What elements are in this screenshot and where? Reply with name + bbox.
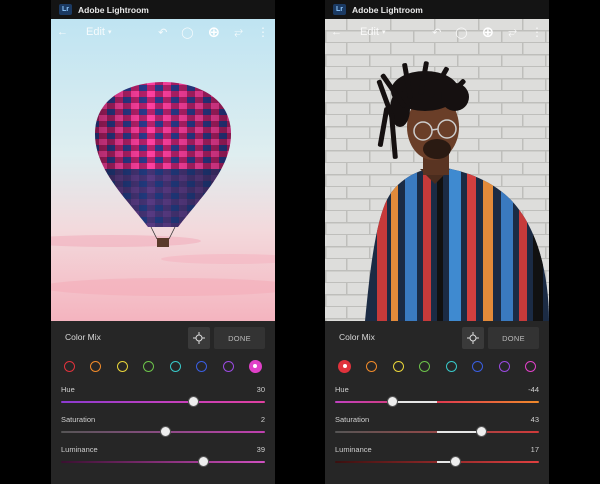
panel-title: Color Mix — [339, 332, 375, 342]
undo-icon[interactable]: ↶ — [158, 26, 167, 39]
more-menu-icon[interactable]: ⋮ — [531, 25, 543, 39]
slider-thumb[interactable] — [159, 426, 171, 437]
swatch-green[interactable] — [143, 360, 155, 372]
color-mix-panel: Color Mix DONE Hue -44 Saturation 43 Lum… — [325, 321, 549, 484]
slider-value: 43 — [530, 415, 539, 424]
luminance-slider: Luminance 17 — [335, 445, 539, 475]
presets-icon[interactable]: ◯ — [455, 26, 467, 39]
swatch-magenta[interactable] — [248, 359, 262, 373]
done-button[interactable]: DONE — [488, 327, 539, 349]
slider-label: Luminance — [335, 445, 372, 454]
done-button[interactable]: DONE — [214, 327, 265, 349]
swatch-orange[interactable] — [90, 360, 102, 372]
more-menu-icon[interactable]: ⋮ — [257, 25, 269, 39]
slider-value: 30 — [256, 385, 265, 394]
top-toolbar: ← Edit ▾ ↶ ◯ ⊕ ⥂ ⋮ — [51, 19, 275, 45]
targeted-adjustment-button[interactable] — [188, 327, 210, 349]
hue-slider: Hue 30 — [61, 385, 265, 415]
swatch-red[interactable] — [64, 360, 75, 372]
slider-fill — [392, 401, 437, 403]
undo-icon[interactable]: ↶ — [432, 26, 441, 39]
app-title-bar: Lr Adobe Lightroom — [325, 0, 549, 19]
top-toolbar: ← Edit ▾ ↶ ◯ ⊕ ⥂ ⋮ — [325, 19, 549, 45]
photo-man-with-glasses — [325, 19, 549, 321]
slider-label: Luminance — [61, 445, 98, 454]
add-icon[interactable]: ⊕ — [208, 23, 221, 41]
slider-label: Hue — [61, 385, 75, 394]
swatch-yellow[interactable] — [392, 360, 404, 372]
swatch-purple[interactable] — [498, 360, 510, 372]
swatch-purple[interactable] — [222, 360, 234, 372]
saturation-slider: Saturation 2 — [61, 415, 265, 445]
lightroom-logo: Lr — [59, 4, 72, 15]
app-title: Adobe Lightroom — [78, 4, 149, 15]
panel-title: Color Mix — [65, 332, 101, 342]
presets-icon[interactable]: ◯ — [181, 26, 193, 39]
swatch-red[interactable] — [338, 359, 351, 373]
color-swatch-row — [64, 358, 262, 374]
share-icon[interactable]: ⥂ — [508, 26, 517, 39]
edit-menu-button[interactable]: Edit ▾ — [360, 26, 385, 38]
slider-label: Saturation — [61, 415, 96, 424]
swatch-orange[interactable] — [366, 360, 378, 372]
chevron-down-icon: ▾ — [381, 29, 386, 36]
target-icon — [467, 332, 479, 344]
phone-screen-right: Lr Adobe Lightroom ← Edit ▾ ↶ ◯ ⊕ ⥂ ⋮ Co… — [325, 0, 549, 484]
targeted-adjustment-button[interactable] — [462, 327, 484, 349]
swatch-yellow[interactable] — [116, 360, 128, 372]
swatch-green[interactable] — [419, 360, 431, 372]
swatch-magenta[interactable] — [524, 360, 536, 372]
slider-value: 17 — [530, 445, 539, 454]
saturation-slider: Saturation 43 — [335, 415, 539, 445]
share-icon[interactable]: ⥂ — [234, 26, 243, 39]
slider-thumb[interactable] — [449, 456, 461, 467]
photo-hot-air-balloon — [51, 19, 275, 321]
hue-track[interactable] — [61, 401, 265, 403]
balloon-image — [51, 19, 275, 321]
swatch-aqua[interactable] — [169, 360, 181, 372]
swatch-blue[interactable] — [196, 360, 208, 372]
phone-screen-left: Lr Adobe Lightroom ← Edit ▾ ↶ ◯ ⊕ ⥂ ⋮ Co… — [51, 0, 275, 484]
add-icon[interactable]: ⊕ — [482, 23, 495, 41]
back-arrow-icon[interactable]: ← — [331, 26, 342, 38]
slider-thumb[interactable] — [386, 396, 398, 407]
slider-thumb[interactable] — [198, 456, 210, 467]
slider-label: Hue — [335, 385, 349, 394]
lightroom-logo: Lr — [333, 4, 346, 15]
slider-value: 2 — [260, 415, 265, 424]
hue-slider: Hue -44 — [335, 385, 539, 415]
luminance-slider: Luminance 39 — [61, 445, 265, 475]
back-arrow-icon[interactable]: ← — [57, 26, 68, 38]
color-swatch-row — [338, 358, 536, 374]
slider-value: 39 — [256, 445, 265, 454]
edit-menu-button[interactable]: Edit ▾ — [86, 26, 111, 38]
swatch-aqua[interactable] — [445, 360, 457, 372]
color-mix-panel: Color Mix DONE Hue 30 Saturation 2 Lumin… — [51, 321, 275, 484]
portrait-image — [325, 19, 549, 321]
luminance-track[interactable] — [61, 461, 265, 463]
swatch-blue[interactable] — [472, 360, 484, 372]
app-title: Adobe Lightroom — [352, 4, 423, 15]
slider-thumb[interactable] — [188, 396, 200, 407]
slider-thumb[interactable] — [476, 426, 488, 437]
chevron-down-icon: ▾ — [107, 29, 112, 36]
slider-fill — [437, 431, 482, 433]
target-icon — [193, 332, 205, 344]
slider-value: -44 — [528, 385, 539, 394]
hue-track[interactable] — [335, 401, 539, 403]
app-title-bar: Lr Adobe Lightroom — [51, 0, 275, 19]
slider-label: Saturation — [335, 415, 370, 424]
